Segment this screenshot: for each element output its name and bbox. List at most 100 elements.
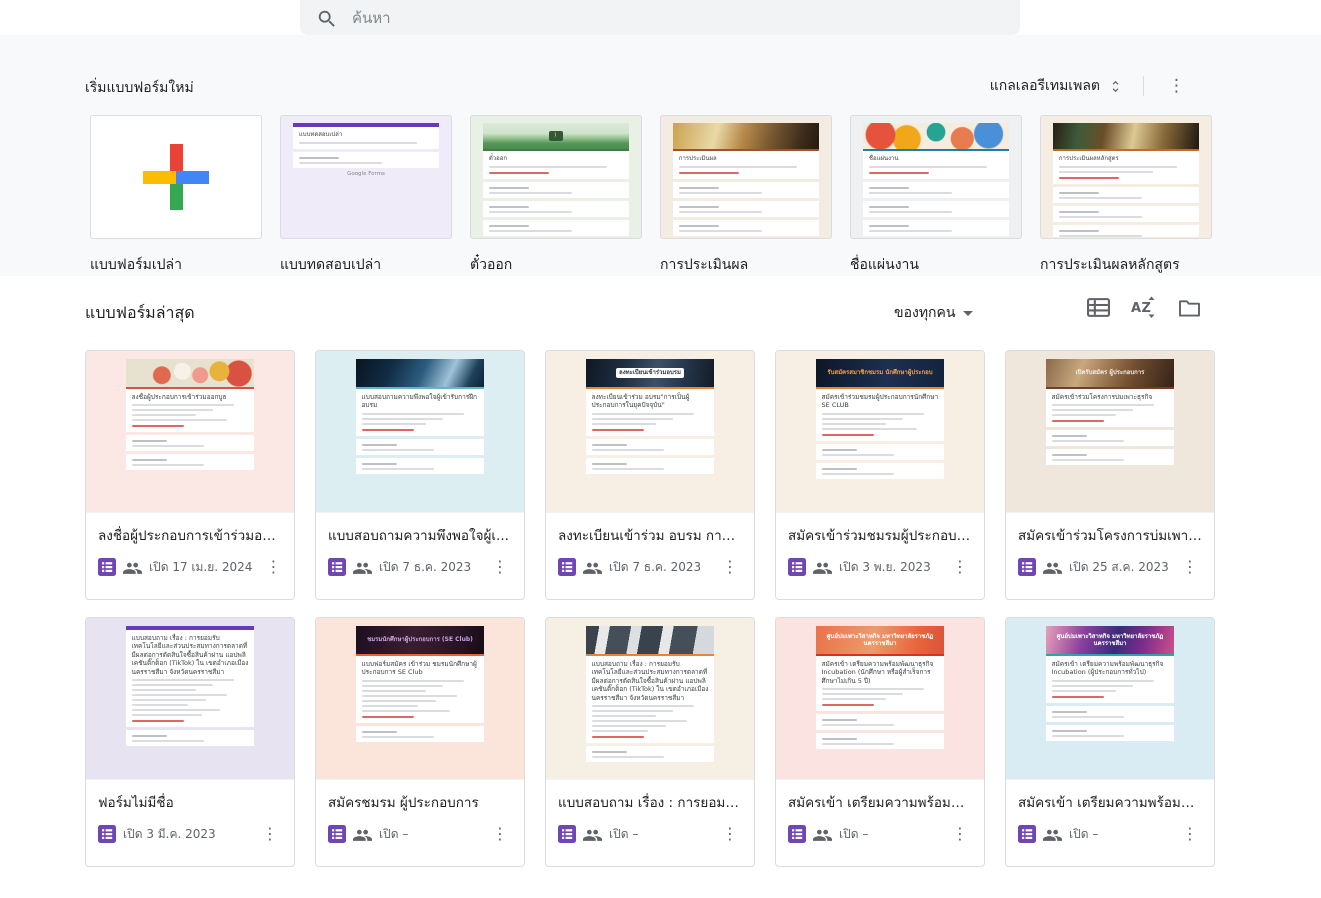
template-card[interactable]: แบบทดสอบเปล่าGoogle Forms แบบทดสอบเปล่า — [280, 115, 452, 276]
thumb-form-title: แบบฟอร์มสมัคร เข้าร่วม ชมรมนักศึกษาผู้ปร… — [362, 660, 479, 677]
thumb-question-label-line — [132, 459, 167, 461]
thumb-question-card — [1046, 449, 1175, 465]
thumb-title-card: ลงชื่อผู้ประกอบการเข้าร่วมออกบูธ — [126, 389, 255, 432]
template-section-menu-icon[interactable]: ⋮ — [1160, 76, 1193, 97]
recent-form-card[interactable]: แบบสอบถาม เรื่อง : การยอมรับเทคโนโลยีและ… — [545, 617, 755, 867]
recent-form-info: ลงชื่อผู้ประกอบการเข้าร่วมออ... เปิด 17 … — [86, 513, 294, 583]
thumb-question-card — [1046, 725, 1175, 741]
more-options-icon[interactable]: ⋮ — [486, 824, 518, 844]
forms-icon — [558, 825, 576, 843]
recent-form-meta: เปิด 7 ธ.ค. 2023 ⋮ — [328, 557, 518, 577]
recent-form-card[interactable]: ลงทะเบียนเข้าร่วมอบรมลงทะเบียนเข้าร่วม อ… — [545, 350, 755, 600]
recent-form-title: ลงทะเบียนเข้าร่วม อบรม การเ... — [558, 524, 748, 546]
thumb-text-line — [592, 730, 648, 732]
recent-form-card[interactable]: ศูนย์บ่มเพาะวิสาหกิจ มหาวิทยาลัยราชภัฏนค… — [1005, 617, 1215, 867]
thumb-question-label-line — [822, 468, 857, 470]
thumb-required-text-line — [592, 429, 645, 431]
template-card[interactable]: ชื่อแผ่นงาน ชื่อแผ่นงาน — [850, 115, 1022, 276]
recent-form-card[interactable]: รับสมัครสมาชิกชมรม นักศึกษาผู้ประกอบสมัค… — [775, 350, 985, 600]
shared-people-icon — [353, 561, 372, 574]
thumb-answer-line — [1052, 459, 1125, 461]
thumb-question-card — [126, 435, 255, 451]
thumb-form-title: ลงทะเบียนเข้าร่วม อบรม"การเป็นผู้ประกอบก… — [592, 393, 709, 410]
thumb-text-line — [132, 409, 214, 411]
thumb-required-text-line — [822, 704, 875, 706]
thumb-text-line — [362, 695, 458, 697]
more-options-icon[interactable]: ⋮ — [259, 557, 291, 577]
thumb-text-line — [489, 166, 607, 168]
more-options-icon[interactable]: ⋮ — [716, 557, 748, 577]
thumb-title-card: สมัครเข้า เตรียมความพร้อมพัฒนาธุรกิจ Inc… — [816, 656, 945, 711]
thumb-text-line — [362, 685, 444, 687]
thumb-required-text-line — [489, 172, 549, 174]
thumb-answer-line — [679, 230, 762, 232]
more-options-icon[interactable]: ⋮ — [486, 557, 518, 577]
thumb-answer-line — [1059, 197, 1142, 199]
recent-form-card[interactable]: แบบสอบถามความพึงพอใจผู้เข้ารับการฝึกอบรม… — [315, 350, 525, 600]
thumb-question-label-line — [592, 463, 627, 465]
recent-form-card[interactable]: แบบสอบถาม เรื่อง : การยอมรับเทคโนโลยีและ… — [85, 617, 295, 867]
thumb-question-card — [483, 201, 629, 217]
thumb-text-line — [132, 714, 202, 716]
thumb-banner-image: ลงทะเบียนเข้าร่วมอบรม — [586, 359, 715, 387]
unfold-more-icon — [1108, 79, 1123, 94]
template-thumbnail: การประเมินผลหลักสูตร — [1040, 115, 1212, 239]
thumb-answer-line — [132, 464, 205, 466]
template-card[interactable]: แบบฟอร์มเปล่า — [90, 115, 262, 276]
thumb-question-card — [1053, 225, 1199, 237]
thumb-text-line — [299, 142, 417, 144]
template-card[interactable]: การประเมินผล การประเมินผล — [660, 115, 832, 276]
thumb-answer-line — [822, 724, 895, 726]
recent-forms-grid: ลงชื่อผู้ประกอบการเข้าร่วมออกบูธ ลงชื่อผ… — [85, 350, 1215, 867]
template-card[interactable]: การประเมินผลหลักสูตร การประเมินผลหลักสูต… — [1040, 115, 1212, 276]
recent-form-card[interactable]: เปิดรับสมัคร ผู้ประกอบการสมัครเข้าร่วมโค… — [1005, 350, 1215, 600]
template-gallery-button[interactable]: แกลเลอรีเทมเพลต — [986, 73, 1127, 99]
thumb-form-title: การประเมินผลหลักสูตร — [1059, 155, 1193, 163]
thumb-question-card — [1046, 706, 1175, 722]
thumb-answer-line — [869, 230, 952, 232]
thumb-form-page: แบบทดสอบเปล่าGoogle Forms — [293, 123, 439, 237]
recent-form-title: แบบสอบถาม เรื่อง : การยอมรั... — [558, 791, 748, 813]
folder-icon[interactable] — [1178, 298, 1201, 317]
recent-form-meta: เปิด 3 มี.ค. 2023 ⋮ — [98, 824, 288, 844]
list-view-icon[interactable] — [1087, 297, 1110, 318]
template-card[interactable]: 🚶ตั๋วออก ตั๋วออก — [470, 115, 642, 276]
recent-form-card[interactable]: ศูนย์บ่มเพาะวิสาหกิจ มหาวิทยาลัยราชภัฏนค… — [775, 617, 985, 867]
recent-form-opened-date: เปิด 3 มี.ค. 2023 — [123, 825, 216, 844]
thumb-banner-image — [126, 359, 255, 387]
forms-icon — [788, 825, 806, 843]
recent-form-card[interactable]: ชมรมนักศึกษาผู้ประกอบการ (SE Club)แบบฟอร… — [315, 617, 525, 867]
more-options-icon[interactable]: ⋮ — [946, 824, 978, 844]
thumb-form-page: ชื่อแผ่นงาน — [863, 123, 1009, 237]
thumb-question-card — [126, 730, 255, 746]
more-options-icon[interactable]: ⋮ — [1176, 557, 1208, 577]
thumb-question-label-line — [679, 206, 719, 208]
thumb-banner-image — [673, 123, 819, 149]
thumb-title-card: การประเมินผลหลักสูตร — [1053, 151, 1199, 184]
search-bar[interactable] — [300, 0, 1020, 35]
thumb-banner-text: ศูนย์บ่มเพาะวิสาหกิจ มหาวิทยาลัยราชภัฏนค… — [821, 632, 940, 648]
thumb-text-line — [132, 414, 196, 416]
thumb-question-label-line — [679, 225, 719, 227]
recent-form-card[interactable]: ลงชื่อผู้ประกอบการเข้าร่วมออกบูธ ลงชื่อผ… — [85, 350, 295, 600]
recent-form-opened-date: เปิด 17 เม.ย. 2024 — [149, 558, 252, 577]
more-options-icon[interactable]: ⋮ — [716, 824, 748, 844]
thumb-form-page: รับสมัครสมาชิกชมรม นักศึกษาผู้ประกอบสมัค… — [816, 359, 945, 512]
thumb-question-label-line — [1052, 435, 1087, 437]
recent-form-title: สมัครเข้าร่วมชมรมผู้ประกอบก... — [788, 524, 978, 546]
more-options-icon[interactable]: ⋮ — [1176, 824, 1208, 844]
thumb-answer-line — [592, 756, 665, 758]
more-options-icon[interactable]: ⋮ — [256, 824, 288, 844]
search-input[interactable] — [352, 9, 1006, 27]
thumb-answer-line — [822, 473, 895, 475]
shared-people-icon — [583, 561, 602, 574]
thumb-title-card: แบบสอบถามความพึงพอใจผู้เข้ารับการฝึกอบรม — [356, 389, 485, 436]
thumb-text-line — [822, 418, 904, 420]
owner-filter-dropdown[interactable]: ของทุกคน — [890, 300, 977, 326]
thumb-text-line — [362, 710, 451, 712]
sort-az-icon[interactable]: AZ — [1131, 295, 1157, 319]
recent-form-thumbnail: แบบสอบถามความพึงพอใจผู้เข้ารับการฝึกอบรม — [316, 351, 524, 513]
more-options-icon[interactable]: ⋮ — [946, 557, 978, 577]
recent-form-title: สมัครเข้า เตรียมความพร้อมพั... — [1018, 791, 1208, 813]
thumb-question-card — [816, 463, 945, 479]
